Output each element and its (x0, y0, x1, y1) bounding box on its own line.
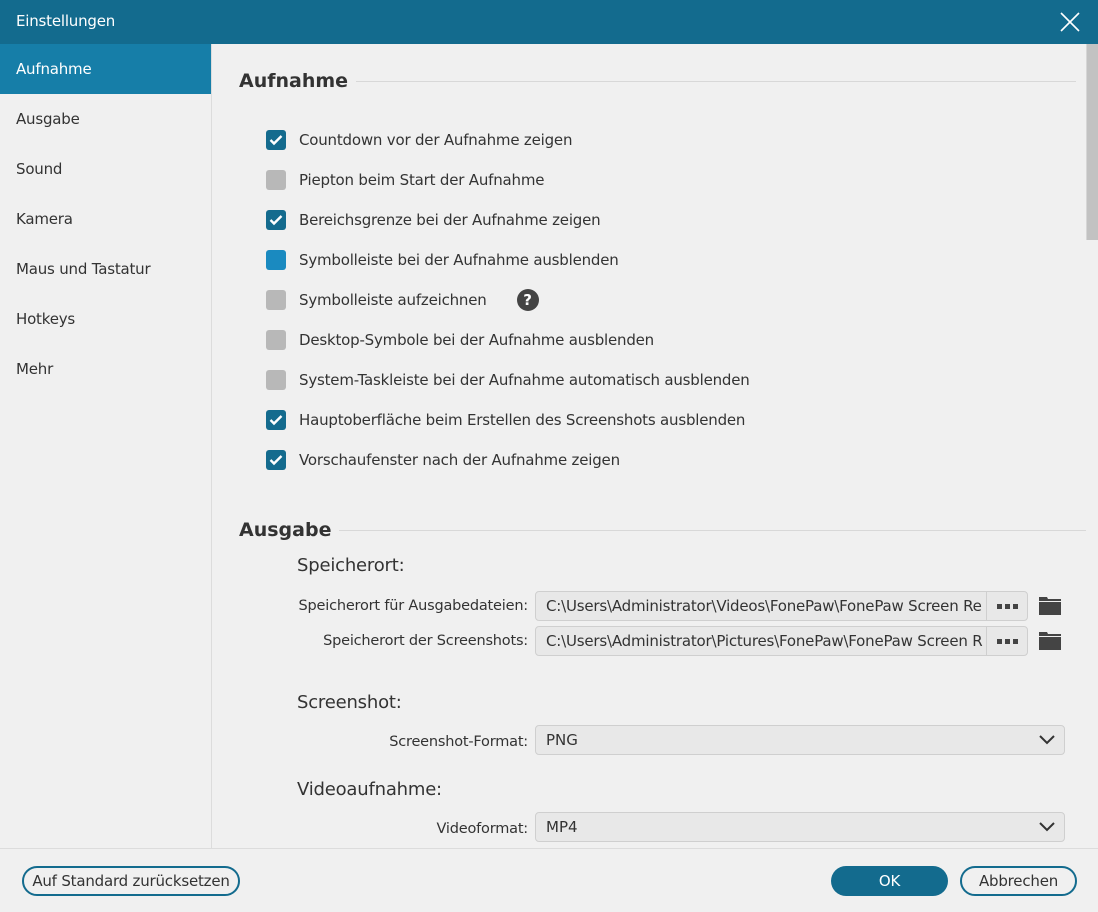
option-hide-main-ui[interactable]: Hauptoberfläche beim Erstellen des Scree… (266, 409, 745, 431)
option-record-toolbar[interactable]: Symbolleiste aufzeichnen ? (266, 289, 539, 311)
reset-defaults-button[interactable]: Auf Standard zurücksetzen (22, 866, 240, 896)
check-icon (269, 135, 283, 146)
section-heading-aufnahme: Aufnahme (239, 70, 1077, 92)
section-divider (339, 529, 1086, 531)
option-hide-taskbar[interactable]: System-Taskleiste bei der Aufnahme autom… (266, 369, 750, 391)
section-heading-text: Ausgabe (239, 519, 332, 541)
subheading-speicherort: Speicherort: (297, 555, 405, 576)
checkbox-checked[interactable] (266, 210, 286, 230)
checkbox-checked[interactable] (266, 410, 286, 430)
dot (1012, 603, 1018, 609)
open-output-folder-button[interactable] (1038, 596, 1062, 616)
output-location-field[interactable]: C:\Users\Administrator\Videos\FonePaw\Fo… (535, 591, 1028, 621)
cancel-button[interactable]: Abbrechen (960, 866, 1077, 896)
close-icon (1060, 12, 1080, 32)
scrollbar-thumb[interactable] (1086, 44, 1098, 240)
dot (996, 603, 1002, 609)
check-icon (269, 415, 283, 426)
option-label: Vorschaufenster nach der Aufnahme zeigen (299, 451, 620, 469)
checkbox-unchecked[interactable] (266, 290, 286, 310)
section-heading-text: Aufnahme (239, 70, 349, 92)
option-preview-window[interactable]: Vorschaufenster nach der Aufnahme zeigen (266, 449, 620, 471)
chevron-down-icon (1039, 822, 1055, 832)
close-button[interactable] (1058, 10, 1082, 34)
sidebar-item-aufnahme[interactable]: Aufnahme (0, 44, 211, 94)
option-hide-toolbar[interactable]: Symbolleiste bei der Aufnahme ausblenden (266, 249, 619, 271)
section-heading-ausgabe: Ausgabe (239, 519, 1086, 541)
footer: Auf Standard zurücksetzen OK Abbrechen (0, 848, 1098, 912)
label-video-format: Videoformat: (436, 821, 529, 837)
dot (996, 638, 1002, 644)
label-screenshot-format: Screenshot-Format: (389, 734, 528, 750)
browse-output-button[interactable] (986, 592, 1027, 620)
dot (1004, 638, 1010, 644)
check-icon (269, 455, 283, 466)
option-label: Symbolleiste bei der Aufnahme ausblenden (299, 251, 619, 269)
option-label: Hauptoberfläche beim Erstellen des Scree… (299, 411, 746, 429)
sidebar-item-mehr[interactable]: Mehr (0, 344, 211, 394)
checkbox-checked[interactable] (266, 450, 286, 470)
content-scrollbar[interactable] (1086, 44, 1098, 848)
checkbox-unchecked[interactable] (266, 330, 286, 350)
option-beep[interactable]: Piepton beim Start der Aufnahme (266, 169, 544, 191)
label-screenshot-location: Speicherort der Screenshots: (323, 633, 528, 649)
ok-button[interactable]: OK (831, 866, 948, 896)
chevron-down-icon (1039, 735, 1055, 745)
option-hide-desktop-icons[interactable]: Desktop-Symbole bei der Aufnahme ausblen… (266, 329, 654, 351)
subheading-videoaufnahme: Videoaufnahme: (297, 779, 442, 800)
dot (1004, 603, 1010, 609)
option-label: Desktop-Symbole bei der Aufnahme ausblen… (299, 331, 654, 349)
option-label: Bereichsgrenze bei der Aufnahme zeigen (299, 211, 601, 229)
option-label: Countdown vor der Aufnahme zeigen (299, 131, 573, 149)
checkbox-hovered[interactable] (266, 250, 286, 270)
sidebar-item-ausgabe[interactable]: Ausgabe (0, 94, 211, 144)
folder-icon (1039, 597, 1061, 615)
help-icon[interactable]: ? (516, 289, 539, 311)
output-location-value: C:\Users\Administrator\Videos\FonePaw\Fo… (546, 597, 982, 615)
option-countdown[interactable]: Countdown vor der Aufnahme zeigen (266, 129, 572, 151)
dot (1012, 638, 1018, 644)
check-icon (269, 215, 283, 226)
option-label: System-Taskleiste bei der Aufnahme autom… (299, 371, 750, 389)
video-format-value: MP4 (546, 818, 578, 836)
option-label: Piepton beim Start der Aufnahme (299, 171, 545, 189)
label-output-location: Speicherort für Ausgabedateien: (298, 598, 529, 614)
checkbox-checked[interactable] (266, 130, 286, 150)
settings-content: Aufnahme Countdown vor der Aufnahme zeig… (212, 44, 1086, 848)
screenshot-format-select[interactable]: PNG (535, 725, 1065, 755)
subheading-screenshot: Screenshot: (297, 692, 402, 713)
sidebar-item-maus-und-tastatur[interactable]: Maus und Tastatur (0, 244, 211, 294)
window-title: Einstellungen (16, 12, 116, 30)
checkbox-unchecked[interactable] (266, 370, 286, 390)
section-divider (356, 80, 1077, 82)
sidebar: Aufnahme Ausgabe Sound Kamera Maus und T… (0, 44, 212, 848)
checkbox-unchecked[interactable] (266, 170, 286, 190)
title-bar: Einstellungen (0, 0, 1098, 44)
option-label: Symbolleiste aufzeichnen (299, 291, 487, 309)
open-screenshot-folder-button[interactable] (1038, 631, 1062, 651)
folder-icon (1039, 632, 1061, 650)
video-format-select[interactable]: MP4 (535, 812, 1065, 842)
browse-screenshot-button[interactable] (986, 627, 1027, 655)
sidebar-item-hotkeys[interactable]: Hotkeys (0, 294, 211, 344)
option-area-border[interactable]: Bereichsgrenze bei der Aufnahme zeigen (266, 209, 601, 231)
sidebar-item-sound[interactable]: Sound (0, 144, 211, 194)
screenshot-location-value: C:\Users\Administrator\Pictures\FonePaw\… (546, 632, 983, 650)
screenshot-format-value: PNG (546, 731, 578, 749)
screenshot-location-field[interactable]: C:\Users\Administrator\Pictures\FonePaw\… (535, 626, 1028, 656)
sidebar-item-kamera[interactable]: Kamera (0, 194, 211, 244)
